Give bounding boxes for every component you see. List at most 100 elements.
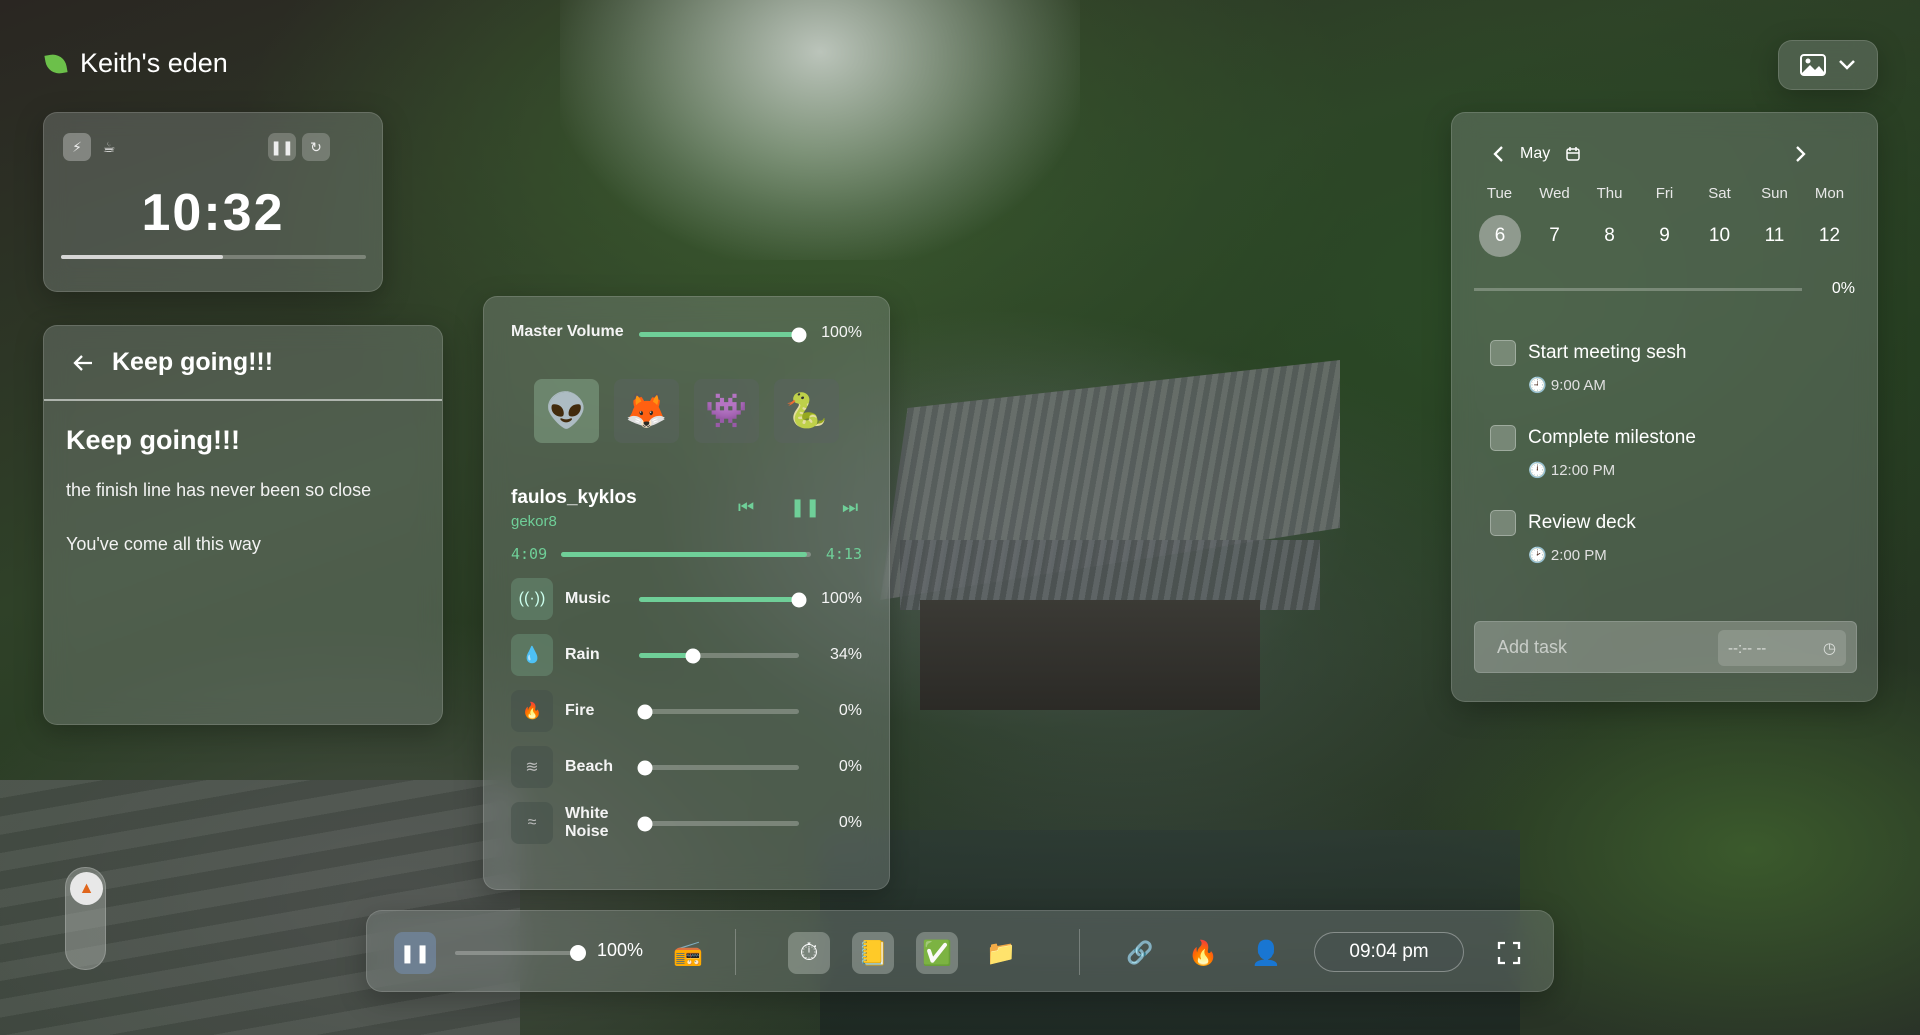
now-playing: faulos_kyklos gekor8 [511, 487, 637, 530]
chevron-left-icon[interactable] [1492, 145, 1504, 163]
sound-volume-slider[interactable] [637, 816, 799, 831]
fullscreen-button[interactable] [1488, 932, 1530, 974]
task-title[interactable]: Start meeting sesh [1528, 342, 1686, 364]
master-volume-value: 100% [821, 324, 862, 341]
task-time-placeholder: --:-- -- [1728, 639, 1767, 657]
todo-check-icon[interactable]: ✅ [916, 932, 958, 974]
track-elapsed: 4:09 [511, 545, 548, 563]
date-cell-selected[interactable]: 6 [1479, 215, 1521, 257]
timer-progress-fill [61, 255, 223, 259]
task-title[interactable]: Complete milestone [1528, 427, 1696, 449]
track-progress-fill [561, 552, 808, 557]
chevron-right-icon[interactable] [1795, 145, 1807, 163]
sound-volume-value: 0% [838, 758, 862, 775]
folder-icon[interactable]: 📁 [980, 932, 1022, 974]
date-cell[interactable]: 8 [1582, 215, 1637, 257]
radio-icon[interactable]: 📻 [667, 932, 709, 974]
image-icon [1800, 54, 1826, 76]
sound-volume-knob[interactable] [637, 704, 653, 719]
pause-track-icon[interactable]: ❚❚ [790, 497, 820, 518]
back-arrow-icon[interactable] [72, 354, 94, 372]
weekday-label: Fri [1655, 185, 1674, 202]
pomodoro-timer: ⚡ ☕ ❚❚ ↻ 10:32 [43, 112, 383, 292]
side-toggle-switch[interactable]: ▲ [65, 867, 106, 970]
invader-preset-button[interactable]: 👾 [694, 379, 759, 443]
dock-volume-knob[interactable] [570, 945, 586, 961]
date-cell[interactable]: 9 [1637, 215, 1692, 257]
sound-volume-value: 34% [829, 646, 862, 663]
focus-mode-icon[interactable]: ⚡ [63, 133, 91, 161]
sound-volume-slider[interactable] [637, 704, 799, 719]
task-checkbox[interactable] [1490, 340, 1516, 366]
master-volume-label: Master Volume [511, 323, 624, 340]
chevron-down-icon [1839, 60, 1855, 70]
clock-icon[interactable]: ◷ [1823, 639, 1836, 657]
pause-icon[interactable]: ❚❚ [268, 133, 296, 161]
reset-icon[interactable]: ↻ [302, 133, 330, 161]
task-time: 🕘 9:00 AM [1528, 377, 1606, 394]
task-time-input[interactable]: --:-- -- ◷ [1718, 630, 1846, 666]
brand-title: Keith's eden [80, 48, 228, 78]
sound-volume-knob[interactable] [685, 648, 701, 663]
previous-track-icon[interactable]: ⏮ [738, 497, 754, 518]
sound-volume-knob[interactable] [637, 760, 653, 775]
dock-divider [1079, 929, 1080, 975]
sound-volume-knob[interactable] [791, 592, 807, 607]
task-title[interactable]: Review deck [1528, 512, 1636, 534]
next-track-icon[interactable]: ⏭ [842, 497, 858, 518]
flame-icon[interactable]: 🔥 [511, 690, 553, 732]
dock-clock[interactable]: 09:04 pm [1314, 932, 1464, 972]
task-time-text: 12:00 PM [1550, 462, 1616, 479]
track-progress-slider[interactable] [561, 552, 811, 557]
master-volume-slider[interactable] [639, 327, 807, 342]
background-picker-button[interactable] [1778, 40, 1878, 90]
date-cell[interactable]: 7 [1527, 215, 1582, 257]
timer-display: 10:32 [141, 184, 285, 242]
track-artist[interactable]: gekor8 [511, 513, 637, 530]
master-volume-fill [639, 332, 799, 337]
preset-avatars: 👽 🦊 👾 🐍 [534, 379, 839, 443]
weekday-label: Sat [1708, 185, 1731, 202]
droplet-icon[interactable]: 💧 [511, 634, 553, 676]
note-panel: Keep going!!! Keep going!!! the finish l… [43, 325, 443, 725]
fire-icon[interactable]: 🔥 [1182, 932, 1224, 974]
dock-volume-value: 100% [597, 940, 644, 960]
month-nav: May [1492, 145, 1580, 163]
sticky-note-icon[interactable]: 📒 [852, 932, 894, 974]
date-row: 6 7 8 9 10 11 12 [1472, 215, 1857, 257]
timer-icon[interactable]: ⏱ [788, 932, 830, 974]
alien-preset-button[interactable]: 👽 [534, 379, 599, 443]
sound-volume-slider[interactable] [639, 648, 799, 663]
sound-label: Music [565, 589, 611, 607]
dock-volume-slider[interactable] [455, 945, 586, 961]
break-mode-icon[interactable]: ☕ [95, 133, 123, 161]
waves-icon[interactable]: ≋ [511, 746, 553, 788]
note-body[interactable]: Keep going!!! the finish line has never … [44, 401, 442, 612]
wind-icon[interactable]: ≈ [511, 802, 553, 844]
cone-icon: ▲ [70, 872, 103, 905]
master-volume-knob[interactable] [791, 327, 807, 342]
weekday-label: Sun [1761, 185, 1788, 202]
background-house [920, 600, 1260, 710]
sound-label: Beach [565, 757, 614, 775]
snake-preset-button[interactable]: 🐍 [774, 379, 839, 443]
date-cell[interactable]: 11 [1747, 215, 1802, 257]
date-cell[interactable]: 12 [1802, 215, 1857, 257]
month-label[interactable]: May [1520, 145, 1550, 163]
weekday-label: Wed [1539, 185, 1570, 202]
add-task-input[interactable] [1475, 622, 1715, 672]
task-checkbox[interactable] [1490, 510, 1516, 536]
calendar-panel: May Tue Wed Thu Fri Sat Sun Mon 6 7 8 9 … [1451, 112, 1878, 702]
sound-volume-slider[interactable] [637, 760, 799, 775]
sound-volume-knob[interactable] [637, 816, 653, 831]
sound-volume-slider[interactable] [639, 592, 807, 607]
link-icon[interactable]: 🔗 [1119, 932, 1161, 974]
weekday-label: Mon [1814, 185, 1845, 202]
broadcast-icon[interactable]: ((·)) [511, 578, 553, 620]
calendar-icon[interactable] [1566, 147, 1580, 161]
pause-all-button[interactable]: ❚❚ [394, 932, 436, 974]
fox-preset-button[interactable]: 🦊 [614, 379, 679, 443]
user-icon[interactable]: 👤 [1245, 932, 1287, 974]
date-cell[interactable]: 10 [1692, 215, 1747, 257]
task-checkbox[interactable] [1490, 425, 1516, 451]
